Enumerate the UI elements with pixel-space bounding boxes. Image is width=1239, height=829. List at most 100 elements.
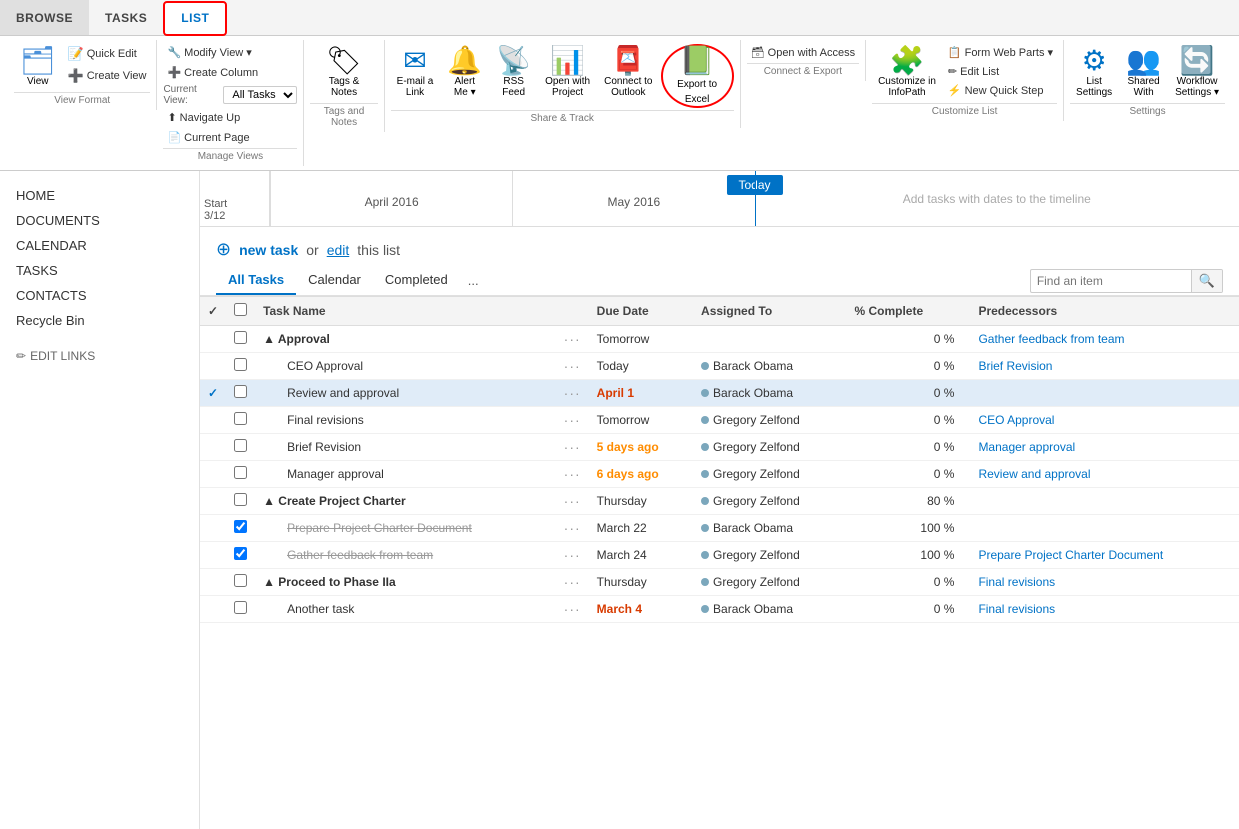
row-ellipsis[interactable]: ··· <box>556 380 589 407</box>
modify-view-button[interactable]: 🔧 Modify View ▾ <box>163 44 255 61</box>
row-ellipsis[interactable]: ··· <box>556 353 589 380</box>
form-web-parts-button[interactable]: 📋 Form Web Parts ▾ <box>944 44 1057 61</box>
row-task-name[interactable]: ▲ Proceed to Phase IIa <box>255 569 556 596</box>
tab-completed[interactable]: Completed <box>373 266 460 295</box>
current-view-select[interactable]: All Tasks <box>223 86 297 104</box>
row-predecessor[interactable]: Gather feedback from team <box>970 326 1239 353</box>
create-view-button[interactable]: ➕ Create View <box>64 66 151 86</box>
row-ellipsis[interactable]: ··· <box>556 326 589 353</box>
timeline-may: May 2016 <box>512 171 754 226</box>
row-checkbox[interactable] <box>234 331 247 344</box>
export-excel-button[interactable]: 📗 Export toExcel <box>661 44 734 108</box>
row-task-name[interactable]: Gather feedback from team <box>255 542 556 569</box>
row-predecessor[interactable]: Final revisions <box>970 596 1239 623</box>
settings-buttons: ⚙ ListSettings 👥 SharedWith 🔄 WorkflowSe… <box>1070 44 1225 101</box>
new-quick-step-button[interactable]: ⚡ New Quick Step <box>944 82 1057 99</box>
nav-tasks[interactable]: TASKS <box>0 258 199 283</box>
customize-infopath-button[interactable]: 🧩 Customize inInfoPath <box>872 44 942 101</box>
row-predecessor[interactable]: Final revisions <box>970 569 1239 596</box>
ribbon-group-manage-views: 🔧 Modify View ▾ ➕ Create Column Current … <box>157 40 304 166</box>
row-checkbox[interactable] <box>234 547 247 560</box>
workflow-settings-button[interactable]: 🔄 WorkflowSettings ▾ <box>1169 44 1225 101</box>
row-ellipsis[interactable]: ··· <box>556 596 589 623</box>
row-checkbox[interactable] <box>234 385 247 398</box>
shared-with-button[interactable]: 👥 SharedWith <box>1120 44 1167 101</box>
row-checkbox[interactable] <box>234 439 247 452</box>
predecessor-link[interactable]: Brief Revision <box>978 359 1052 373</box>
row-predecessor[interactable]: Manager approval <box>970 434 1239 461</box>
connect-outlook-button[interactable]: 📮 Connect toOutlook <box>598 44 658 101</box>
row-ellipsis[interactable]: ··· <box>556 461 589 488</box>
row-ellipsis[interactable]: ··· <box>556 434 589 461</box>
row-task-name[interactable]: Manager approval <box>255 461 556 488</box>
nav-calendar[interactable]: CALENDAR <box>0 233 199 258</box>
search-input[interactable] <box>1031 271 1191 291</box>
row-task-name[interactable]: Review and approval <box>255 380 556 407</box>
create-column-button[interactable]: ➕ Create Column <box>163 64 262 81</box>
tab-calendar[interactable]: Calendar <box>296 266 373 295</box>
row-task-name[interactable]: Prepare Project Charter Document <box>255 515 556 542</box>
tab-tasks[interactable]: TASKS <box>89 0 163 35</box>
row-task-name[interactable]: CEO Approval <box>255 353 556 380</box>
row-checkbox[interactable] <box>234 601 247 614</box>
row-checkbox[interactable] <box>234 466 247 479</box>
predecessor-link[interactable]: Final revisions <box>978 575 1055 589</box>
predecessor-link[interactable]: Manager approval <box>978 440 1075 454</box>
tab-more[interactable]: ... <box>460 267 487 294</box>
alert-me-button[interactable]: 🔔 AlertMe ▾ <box>441 44 488 101</box>
new-task-link[interactable]: new task <box>239 242 298 258</box>
open-access-button[interactable]: 🗃 Open with Access <box>747 44 859 61</box>
row-task-name[interactable]: Another task <box>255 596 556 623</box>
predecessor-link[interactable]: Final revisions <box>978 602 1055 616</box>
row-checkbox[interactable] <box>234 520 247 533</box>
row-task-name[interactable]: Final revisions <box>255 407 556 434</box>
nav-home[interactable]: HOME <box>0 183 199 208</box>
navigate-up-button[interactable]: ⬆ Navigate Up <box>163 109 244 126</box>
email-link-button[interactable]: ✉ E-mail aLink <box>391 44 440 101</box>
assigned-dot-icon <box>701 605 709 613</box>
tags-notes-button[interactable]: 🏷 Tags &Notes <box>320 44 368 101</box>
open-project-button[interactable]: 📊 Open withProject <box>539 44 596 101</box>
row-predecessor[interactable]: CEO Approval <box>970 407 1239 434</box>
predecessor-link[interactable]: Gather feedback from team <box>978 332 1124 346</box>
list-settings-button[interactable]: ⚙ ListSettings <box>1070 44 1118 101</box>
tags-notes-label: Tags &Notes <box>329 76 360 98</box>
row-task-name[interactable]: ▲ Create Project Charter <box>255 488 556 515</box>
left-nav: HOME DOCUMENTS CALENDAR TASKS CONTACTS R… <box>0 171 200 829</box>
row-task-name[interactable]: Brief Revision <box>255 434 556 461</box>
tab-list[interactable]: LIST <box>163 1 227 36</box>
row-checkbox[interactable] <box>234 358 247 371</box>
predecessor-link[interactable]: Prepare Project Charter Document <box>978 548 1163 562</box>
row-task-name[interactable]: ▲ Approval <box>255 326 556 353</box>
rss-feed-button[interactable]: 📡 RSSFeed <box>490 44 537 101</box>
timeline-start-date: 3/12 <box>204 210 265 222</box>
nav-contacts[interactable]: CONTACTS <box>0 283 199 308</box>
edit-list-link[interactable]: edit <box>327 242 350 258</box>
row-ellipsis[interactable]: ··· <box>556 407 589 434</box>
select-all-checkbox[interactable] <box>234 303 247 316</box>
nav-edit-links[interactable]: ✏ EDIT LINKS <box>0 341 199 371</box>
search-button[interactable]: 🔍 <box>1191 270 1222 292</box>
row-checkbox[interactable] <box>234 493 247 506</box>
predecessor-link[interactable]: CEO Approval <box>978 413 1054 427</box>
row-pct-complete: 0 % <box>846 434 970 461</box>
row-ellipsis[interactable]: ··· <box>556 488 589 515</box>
current-page-button[interactable]: 📄 Current Page <box>163 129 253 146</box>
view-button[interactable]: 🗂 View <box>14 44 62 90</box>
edit-list-button[interactable]: ✏ Edit List <box>944 63 1057 80</box>
tab-all-tasks[interactable]: All Tasks <box>216 266 296 295</box>
predecessor-link[interactable]: Review and approval <box>978 467 1090 481</box>
row-predecessor[interactable]: Review and approval <box>970 461 1239 488</box>
row-checkbox[interactable] <box>234 412 247 425</box>
nav-recycle-bin[interactable]: Recycle Bin <box>0 308 199 333</box>
row-predecessor[interactable]: Brief Revision <box>970 353 1239 380</box>
quick-edit-button[interactable]: 📝 Quick Edit <box>64 44 151 64</box>
row-predecessor[interactable]: Prepare Project Charter Document <box>970 542 1239 569</box>
row-ellipsis[interactable]: ··· <box>556 569 589 596</box>
row-ellipsis[interactable]: ··· <box>556 542 589 569</box>
task-name-text: Gather feedback from team <box>287 548 433 562</box>
nav-documents[interactable]: DOCUMENTS <box>0 208 199 233</box>
row-checkbox[interactable] <box>234 574 247 587</box>
row-ellipsis[interactable]: ··· <box>556 515 589 542</box>
tab-browse[interactable]: BROWSE <box>0 0 89 35</box>
